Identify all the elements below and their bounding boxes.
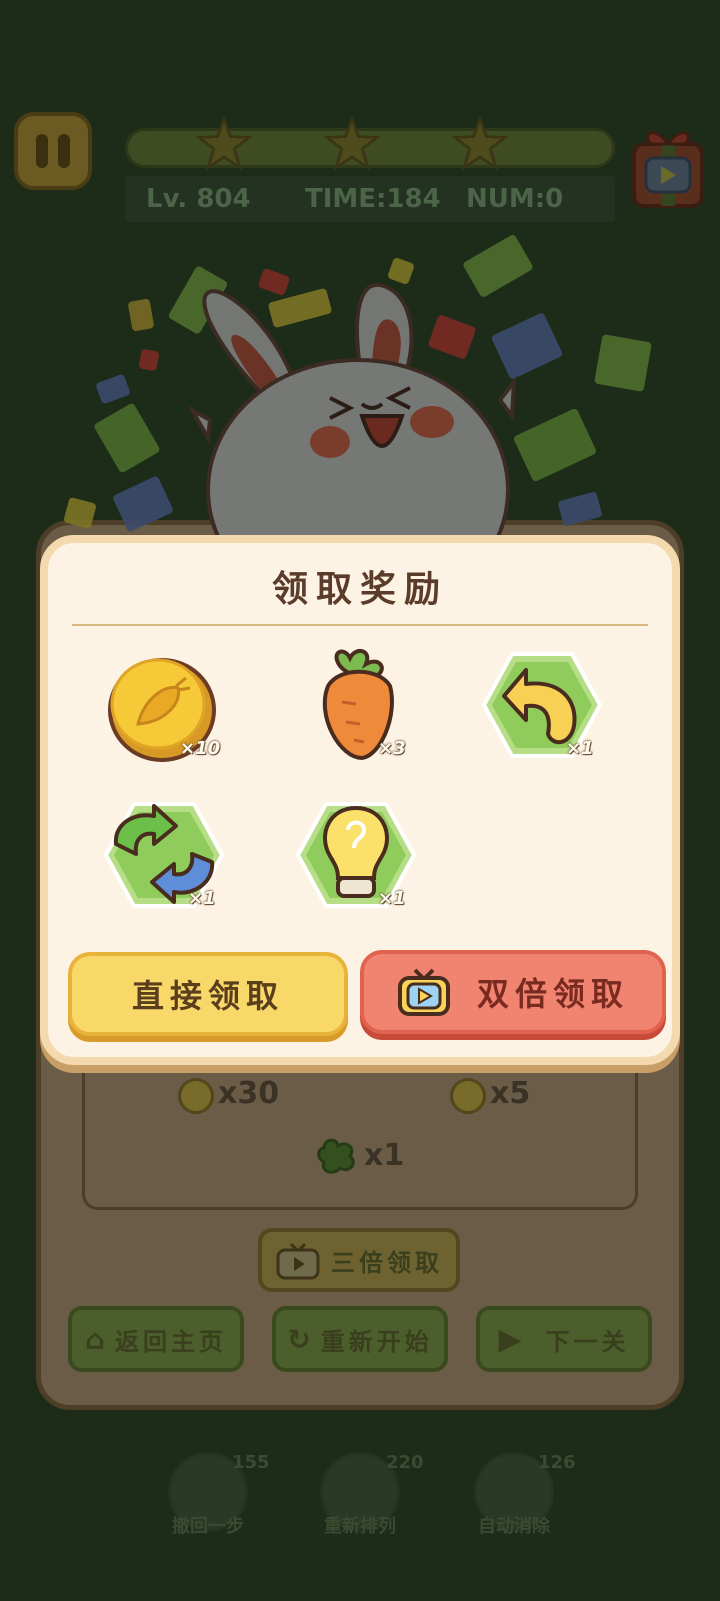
tv-video-icon <box>397 968 450 1016</box>
reward-qty: ×10 <box>180 738 221 759</box>
num-label: NUM:0 <box>466 184 564 214</box>
coin-reward-right: x5 <box>490 1076 531 1111</box>
star-icon <box>196 116 252 171</box>
restart-icon: ↻ <box>287 1322 315 1356</box>
reward-qty: ×1 <box>188 888 216 909</box>
pause-button[interactable] <box>14 112 92 190</box>
level-label: Lv. 804 <box>146 184 251 214</box>
next-level-button[interactable]: ▶ 下一关 <box>476 1306 652 1372</box>
star-icon <box>452 116 508 171</box>
star-icon <box>324 116 380 171</box>
dialog-title: 领取奖励 <box>271 568 448 610</box>
coin-icon <box>178 1078 214 1114</box>
direct-claim-button[interactable]: 直接领取 <box>68 952 348 1036</box>
clover-icon <box>317 1138 355 1174</box>
double-claim-label: 双倍领取 <box>476 975 629 1013</box>
triple-claim-button[interactable]: 三倍领取 <box>258 1228 460 1292</box>
play-icon: ▶ <box>498 1321 526 1357</box>
house-icon: ⌂ <box>84 1322 110 1356</box>
time-label: TIME:184 <box>305 184 441 214</box>
auto-clear-tool-count: 126 <box>538 1452 576 1473</box>
clover-reward: x1 <box>364 1138 405 1173</box>
restart-button[interactable]: ↻ 重新开始 <box>272 1306 448 1372</box>
undo-tool-count: 155 <box>232 1452 270 1473</box>
coin-icon <box>450 1078 486 1114</box>
pause-icon <box>36 134 48 168</box>
double-claim-button[interactable]: 双倍领取 <box>360 950 666 1034</box>
home-button[interactable]: ⌂ 返回主页 <box>68 1306 244 1372</box>
title-divider <box>72 624 648 626</box>
direct-claim-label: 直接领取 <box>131 977 284 1015</box>
shuffle-tool-label: 重新排列 <box>324 1516 396 1537</box>
next-level-label: 下一关 <box>545 1327 630 1356</box>
auto-clear-tool-label: 自动消除 <box>478 1516 550 1537</box>
shuffle-tool-count: 220 <box>386 1452 424 1473</box>
reward-qty: ×1 <box>378 888 406 909</box>
undo-tool-label: 撤回一步 <box>172 1516 244 1537</box>
triple-claim-label: 三倍领取 <box>331 1248 443 1277</box>
reward-qty: ×1 <box>566 738 594 759</box>
restart-label: 重新开始 <box>320 1327 433 1356</box>
coin-reward-left: x30 <box>218 1076 280 1111</box>
tv-video-icon <box>276 1242 320 1280</box>
home-label: 返回主页 <box>115 1327 228 1356</box>
gift-video-button[interactable] <box>628 122 708 214</box>
reward-qty: ×3 <box>378 738 406 759</box>
